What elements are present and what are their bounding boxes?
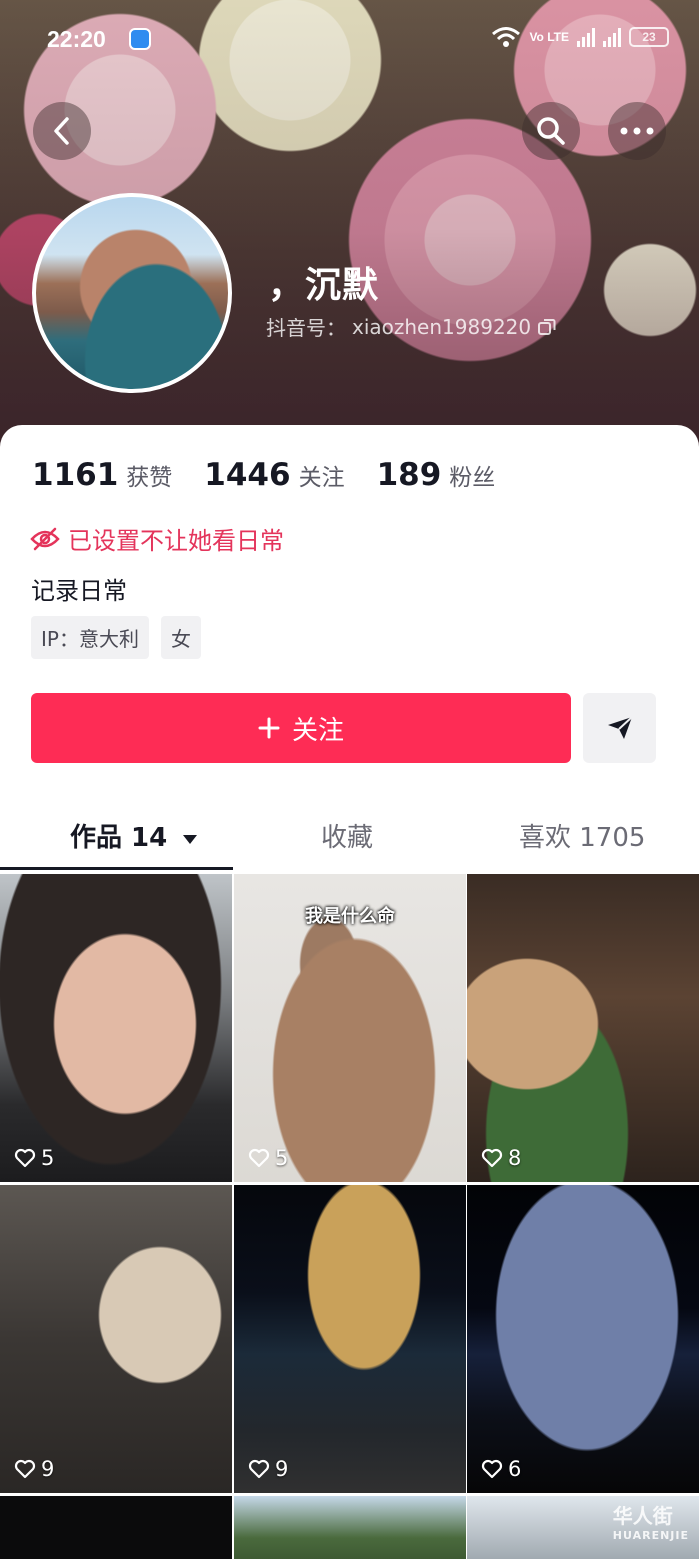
stat-following[interactable]: 1446 关注 (204, 457, 344, 493)
stat-label: 获赞 (126, 465, 173, 491)
profile-stats: 1161 获赞 1446 关注 189 粉丝 (32, 457, 495, 493)
likes-count: 8 (508, 1146, 522, 1170)
battery-icon: 23 (629, 27, 669, 47)
video-thumbnail[interactable]: 6 (467, 1185, 699, 1493)
copy-icon[interactable] (537, 317, 557, 337)
caret-down-icon (183, 834, 198, 844)
watermark-text: 华人街 (612, 1504, 673, 1528)
network-type: Vo LTE (529, 30, 569, 44)
follow-label: 关注 (291, 715, 344, 746)
likes-count: 9 (41, 1457, 55, 1481)
watermark-sub: HUARENJIE (612, 1529, 689, 1542)
tab-works[interactable]: 作品 14 (70, 817, 198, 854)
wifi-icon (492, 27, 521, 47)
handle-value: xiaozhen1989220 (352, 314, 532, 339)
heart-icon (14, 1148, 36, 1168)
avatar[interactable] (32, 193, 232, 393)
stat-label: 关注 (298, 465, 345, 491)
heart-icon (14, 1459, 36, 1479)
tab-favorites[interactable]: 收藏 (321, 817, 373, 854)
video-likes: 9 (248, 1457, 288, 1481)
tab-works-label: 作品 14 (70, 823, 168, 853)
profile-handle: 抖音号： xiaozhen1989220 (266, 312, 557, 341)
profile-tags: IP：意大利 女 (31, 616, 201, 659)
video-caption: 我是什么命 (305, 906, 395, 927)
back-button[interactable] (33, 102, 91, 160)
status-time: 22:20 (47, 26, 106, 52)
plus-icon (258, 717, 280, 739)
privacy-text: 已设置不让她看日常 (68, 527, 284, 555)
video-thumbnail[interactable]: 9 (0, 1185, 232, 1493)
status-bar: 22:20 Vo LTE 23 (0, 22, 699, 58)
profile-bio: 记录日常 (31, 577, 127, 605)
stat-value: 189 (376, 457, 442, 493)
signal-icon (577, 27, 595, 47)
likes-count: 5 (41, 1146, 55, 1170)
heart-icon (248, 1148, 270, 1168)
likes-count: 6 (508, 1457, 522, 1481)
stat-value: 1161 (32, 457, 119, 493)
profile-card: 1161 获赞 1446 关注 189 粉丝 已设置不让她看日常 记录日常 IP… (0, 425, 699, 1559)
heart-icon (481, 1148, 503, 1168)
eye-off-icon (30, 527, 60, 550)
follow-button[interactable]: 关注 (31, 693, 571, 763)
video-likes: 9 (14, 1457, 54, 1481)
video-thumbnail[interactable] (0, 1496, 232, 1559)
video-thumbnail[interactable]: 5 (0, 874, 232, 1182)
video-likes: 8 (481, 1146, 521, 1170)
privacy-notice[interactable]: 已设置不让她看日常 (30, 521, 284, 556)
heart-icon (481, 1459, 503, 1479)
video-thumbnail[interactable]: 8 (467, 874, 699, 1182)
likes-count: 5 (275, 1146, 289, 1170)
more-button[interactable] (608, 102, 666, 160)
stat-value: 1446 (204, 457, 291, 493)
likes-count: 9 (275, 1457, 289, 1481)
video-likes: 5 (248, 1146, 288, 1170)
video-likes: 6 (481, 1457, 521, 1481)
video-thumbnail[interactable]: 华人街 HUARENJIE (467, 1496, 699, 1559)
send-icon (607, 716, 633, 739)
share-button[interactable] (583, 693, 656, 763)
tab-likes[interactable]: 喜欢 1705 (519, 817, 645, 854)
video-thumbnail[interactable]: 9 (234, 1185, 466, 1493)
app-notification-icon (129, 28, 151, 50)
more-dots-icon (620, 127, 654, 135)
signal-roaming-icon (603, 27, 621, 47)
stat-label: 粉丝 (449, 465, 496, 491)
search-button[interactable] (522, 102, 580, 160)
profile-nickname: ，沉默 (268, 265, 380, 306)
handle-label: 抖音号： (266, 316, 346, 340)
video-likes: 5 (14, 1146, 54, 1170)
video-thumbnail[interactable] (234, 1496, 466, 1559)
heart-icon (248, 1459, 270, 1479)
status-indicators: Vo LTE 23 (491, 26, 669, 48)
watermark: 华人街 HUARENJIE (613, 1500, 689, 1542)
active-tab-indicator (0, 867, 233, 870)
chevron-left-icon (54, 117, 69, 145)
search-icon (537, 117, 565, 145)
stat-likes[interactable]: 1161 获赞 (32, 457, 172, 493)
content-tabs: 作品 14 收藏 喜欢 1705 (0, 801, 699, 871)
video-thumbnail[interactable]: 我是什么命 5 (234, 874, 466, 1182)
tag-ip-location: IP：意大利 (31, 616, 149, 659)
stat-followers[interactable]: 189 粉丝 (377, 457, 496, 493)
tag-gender: 女 (160, 616, 201, 659)
